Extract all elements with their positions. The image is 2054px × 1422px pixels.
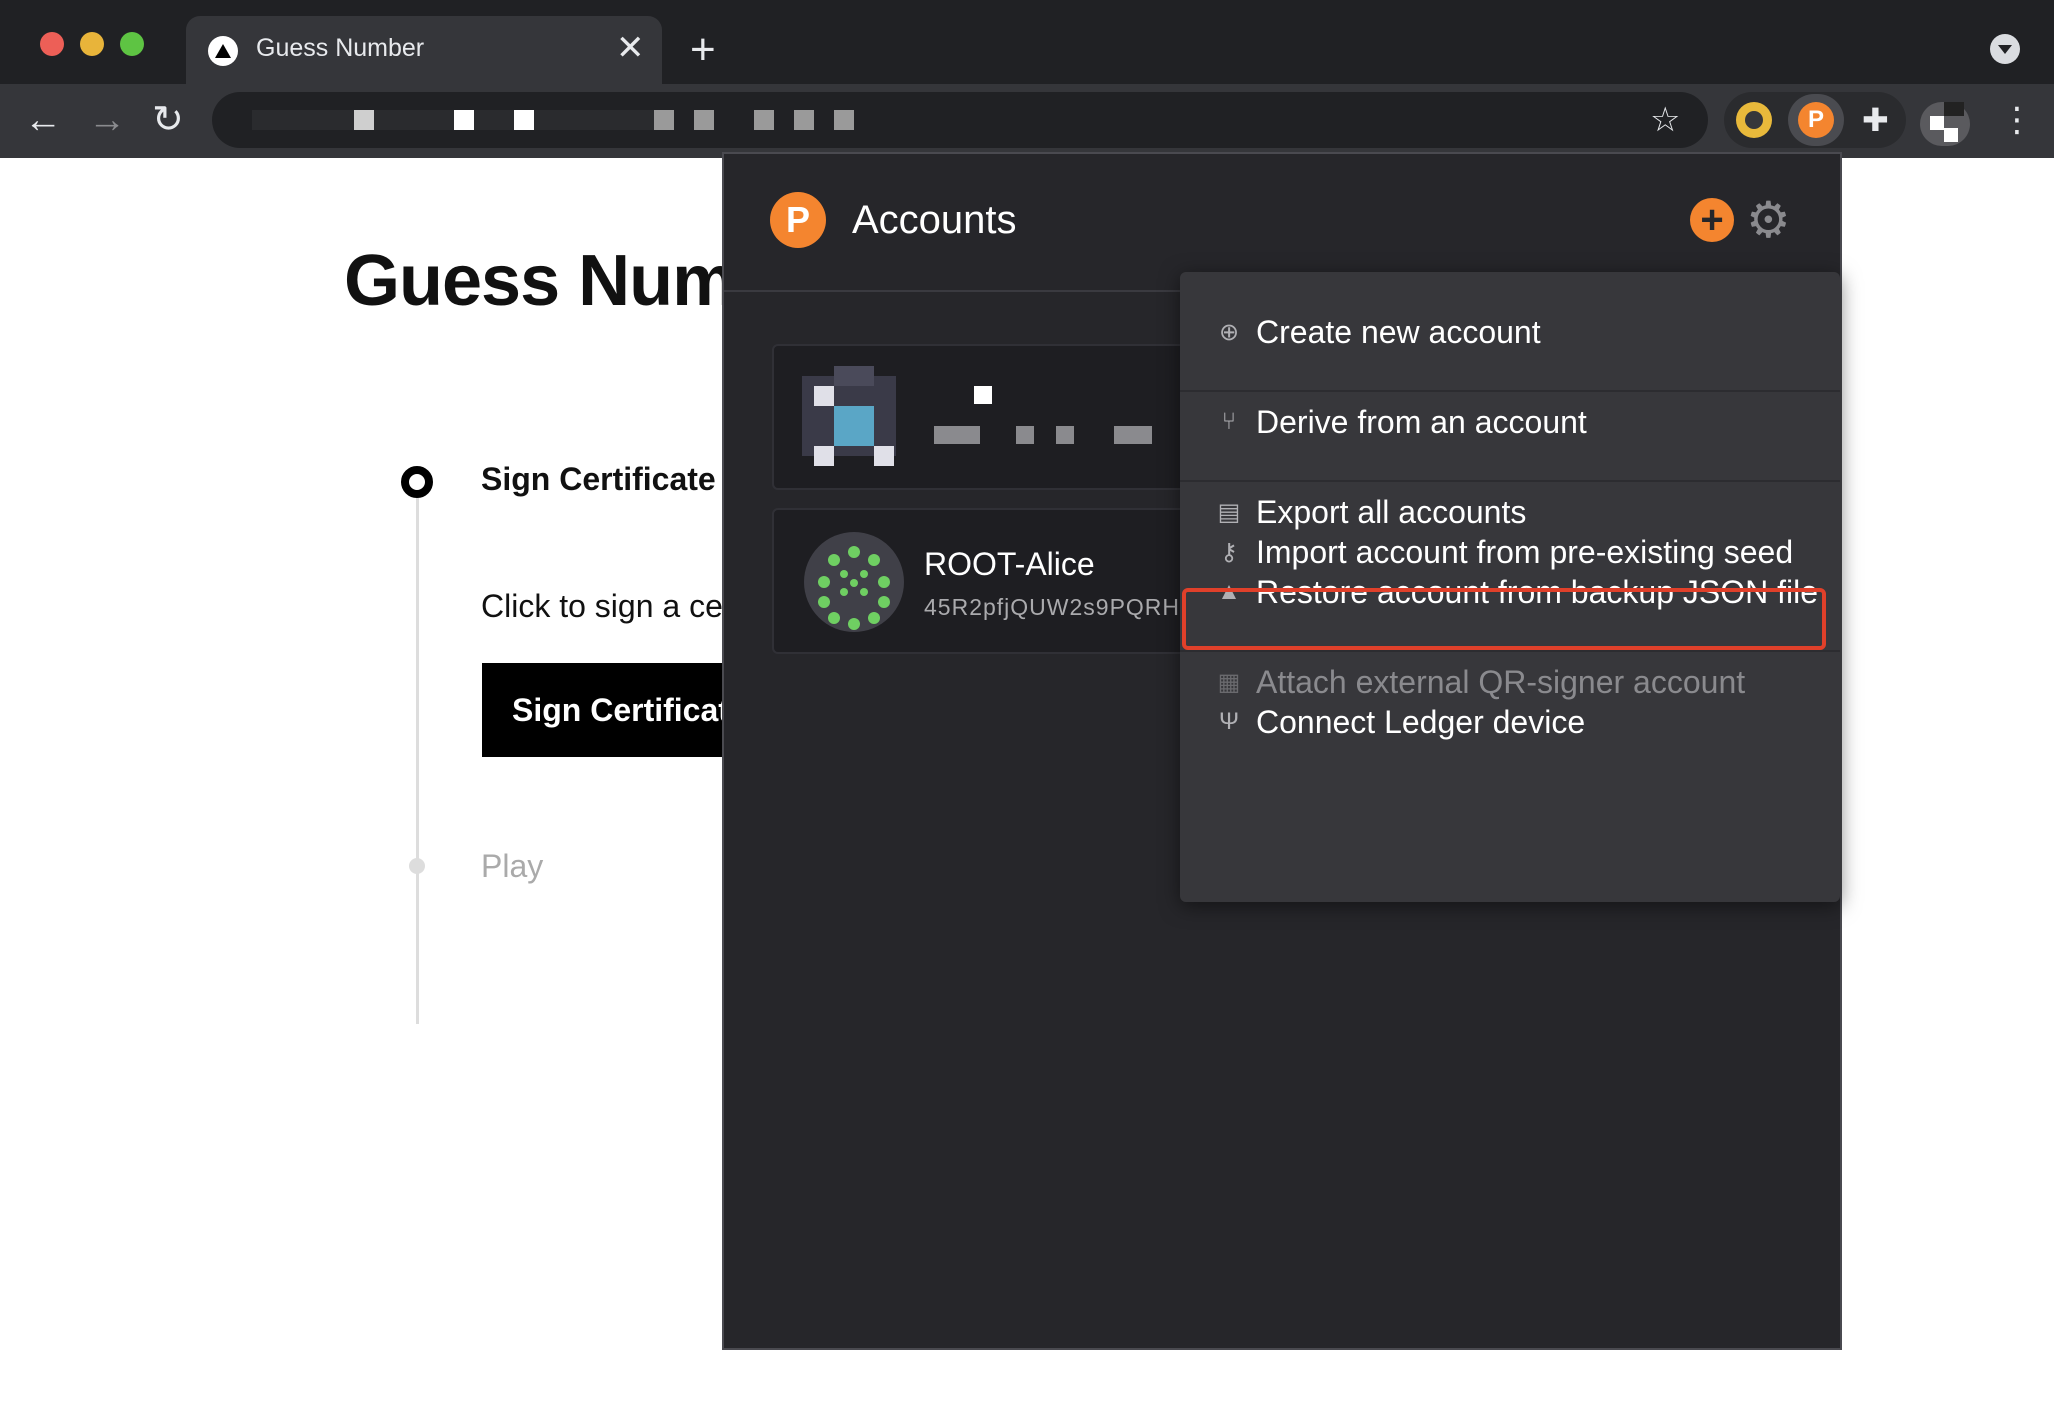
menu-item-label: Attach external QR-signer account	[1256, 663, 1746, 700]
tab-search-icon[interactable]	[1990, 34, 2020, 64]
maximize-window-button[interactable]	[120, 32, 144, 56]
minimize-window-button[interactable]	[80, 32, 104, 56]
menu-divider	[1180, 390, 1840, 392]
menu-divider	[1180, 650, 1840, 652]
address-bar[interactable]	[212, 92, 1708, 148]
plus-circle-icon: ⊕	[1218, 318, 1240, 346]
redacted-url-block	[794, 110, 814, 130]
redacted-url-block	[754, 110, 774, 130]
browser-tab[interactable]: Guess Number ✕	[186, 16, 662, 84]
menu-item-label: Export all accounts	[1256, 493, 1527, 530]
browser-menu-icon[interactable]: ⋮	[2000, 98, 2034, 142]
tab-title: Guess Number	[256, 34, 425, 62]
menu-item-label: Connect Ledger device	[1256, 703, 1586, 740]
yellow-ring-extension-icon[interactable]	[1736, 102, 1772, 138]
account-address: 45R2pfjQUW2s9PQRH	[924, 594, 1181, 620]
redacted-address-block	[1114, 426, 1152, 444]
redacted-identicon	[802, 366, 896, 466]
forward-button[interactable]: →	[88, 98, 126, 142]
menu-item-attach-qr-signer[interactable]: ▦ Attach external QR-signer account	[1216, 660, 1745, 704]
redacted-address-block	[1056, 426, 1074, 444]
menu-item-connect-ledger[interactable]: Ψ Connect Ledger device	[1216, 700, 1585, 744]
polkadot-extension-icon[interactable]: P	[1798, 102, 1834, 138]
redacted-url-block	[454, 110, 474, 130]
menu-item-derive-account[interactable]: ⑂ Derive from an account	[1216, 400, 1587, 444]
polkadot-logo-icon: P	[770, 192, 826, 248]
redacted-url-block	[654, 110, 674, 130]
qrcode-icon: ▦	[1217, 668, 1241, 696]
redacted-address-block	[934, 426, 980, 444]
sign-certificate-button[interactable]: Sign Certificat	[482, 663, 742, 757]
key-icon: ⚷	[1220, 538, 1238, 566]
menu-item-label: Import account from pre-existing seed	[1256, 533, 1794, 570]
page-title: Guess Numb	[344, 241, 779, 321]
back-button[interactable]: ←	[24, 98, 62, 142]
puzzle-extensions-icon[interactable]: ✚	[1862, 100, 1889, 140]
bookmark-star-icon[interactable]: ☆	[1650, 98, 1680, 142]
menu-item-label: Derive from an account	[1256, 403, 1587, 440]
menu-item-create-account[interactable]: ⊕ Create new account	[1216, 310, 1541, 354]
step-play-label: Play	[481, 848, 544, 884]
menu-item-export-accounts[interactable]: ▤ Export all accounts	[1216, 490, 1527, 534]
popup-title: Accounts	[852, 198, 1017, 242]
menu-item-import-seed[interactable]: ⚷ Import account from pre-existing seed	[1216, 530, 1793, 574]
new-tab-button[interactable]: +	[690, 28, 716, 72]
stepper-line	[416, 488, 419, 1024]
step-inactive-icon	[409, 858, 425, 874]
add-account-menu: ⊕ Create new account ⑂ Derive from an ac…	[1180, 272, 1840, 902]
step-active-icon	[401, 466, 433, 498]
redacted-url-block	[694, 110, 714, 130]
branch-icon: ⑂	[1221, 408, 1237, 435]
step-sign-certificate-label: Sign Certificate	[481, 461, 716, 497]
close-window-button[interactable]	[40, 32, 64, 56]
usb-icon: Ψ	[1218, 708, 1240, 735]
triangle-favicon-icon	[208, 36, 238, 66]
redacted-address-block	[1016, 426, 1034, 444]
reload-button[interactable]: ↻	[152, 98, 184, 142]
step-description: Click to sign a ce	[481, 588, 723, 624]
profile-avatar[interactable]	[1920, 102, 1970, 146]
redacted-url-block	[354, 110, 374, 130]
menu-divider	[1180, 480, 1840, 482]
add-account-button[interactable]: +	[1690, 198, 1734, 242]
menu-item-label: Create new account	[1256, 313, 1541, 350]
identicon-avatar	[804, 532, 904, 632]
file-export-icon: ▤	[1217, 498, 1241, 526]
highlight-box	[1182, 588, 1826, 650]
redacted-name-block	[974, 386, 992, 404]
redacted-url-block	[834, 110, 854, 130]
tab-close-icon[interactable]: ✕	[616, 28, 645, 68]
redacted-url-block	[514, 110, 534, 130]
account-name: ROOT-Alice	[924, 546, 1095, 582]
settings-gear-icon[interactable]: ⚙	[1746, 192, 1791, 248]
